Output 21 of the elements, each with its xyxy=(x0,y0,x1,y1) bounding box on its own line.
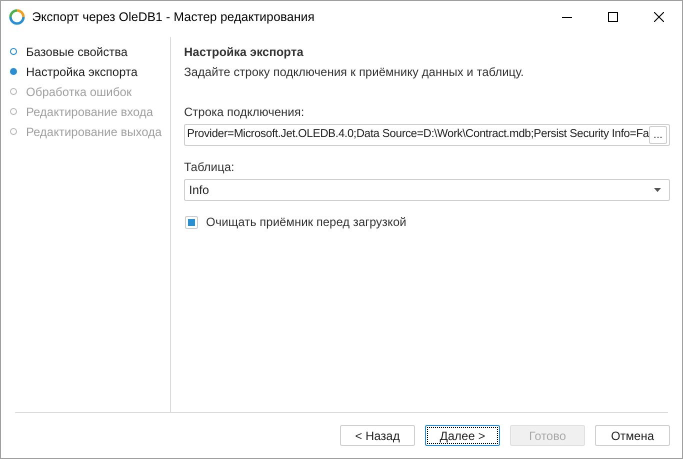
connection-string-value: Provider=Microsoft.Jet.OLEDB.4.0;Data Source=D:\Work\Contract.mdb;Persist Security Info=Fa xyxy=(187,127,649,142)
close-icon xyxy=(654,12,664,22)
step-item[interactable]: Настройка экспорта xyxy=(26,62,138,80)
checkbox[interactable] xyxy=(185,216,198,228)
wizard-button[interactable]: Далее > xyxy=(425,425,500,446)
table-dropdown[interactable]: Info xyxy=(184,179,670,201)
field-label: Строка подключения: xyxy=(184,104,306,121)
wizard-button[interactable]: Отмена xyxy=(595,425,670,446)
field-label: Таблица: xyxy=(184,159,236,176)
browse-button[interactable]: ... xyxy=(649,126,667,144)
page-description: Задайте строку подключения к приёмнику данных и таблицу. xyxy=(184,64,525,81)
connection-string-field[interactable]: Provider=Microsoft.Jet.OLEDB.4.0;Data Source=D:\Work\Contract.mdb;Persist Security Info=Fa ... xyxy=(184,124,670,146)
checkbox-label: Очищать приёмник перед загрузкой xyxy=(206,214,406,231)
maximize-icon xyxy=(608,12,618,22)
step-item[interactable]: Базовые свойства xyxy=(26,42,128,60)
page-heading: Настройка экспорта xyxy=(184,44,304,61)
wizard-button[interactable]: < Назад xyxy=(340,425,415,446)
window-title: Экспорт через OleDB1 - Мастер редактирования xyxy=(32,8,315,26)
minimize-icon xyxy=(562,16,572,18)
app-icon xyxy=(9,9,25,25)
dropdown-caret-icon xyxy=(654,188,661,192)
